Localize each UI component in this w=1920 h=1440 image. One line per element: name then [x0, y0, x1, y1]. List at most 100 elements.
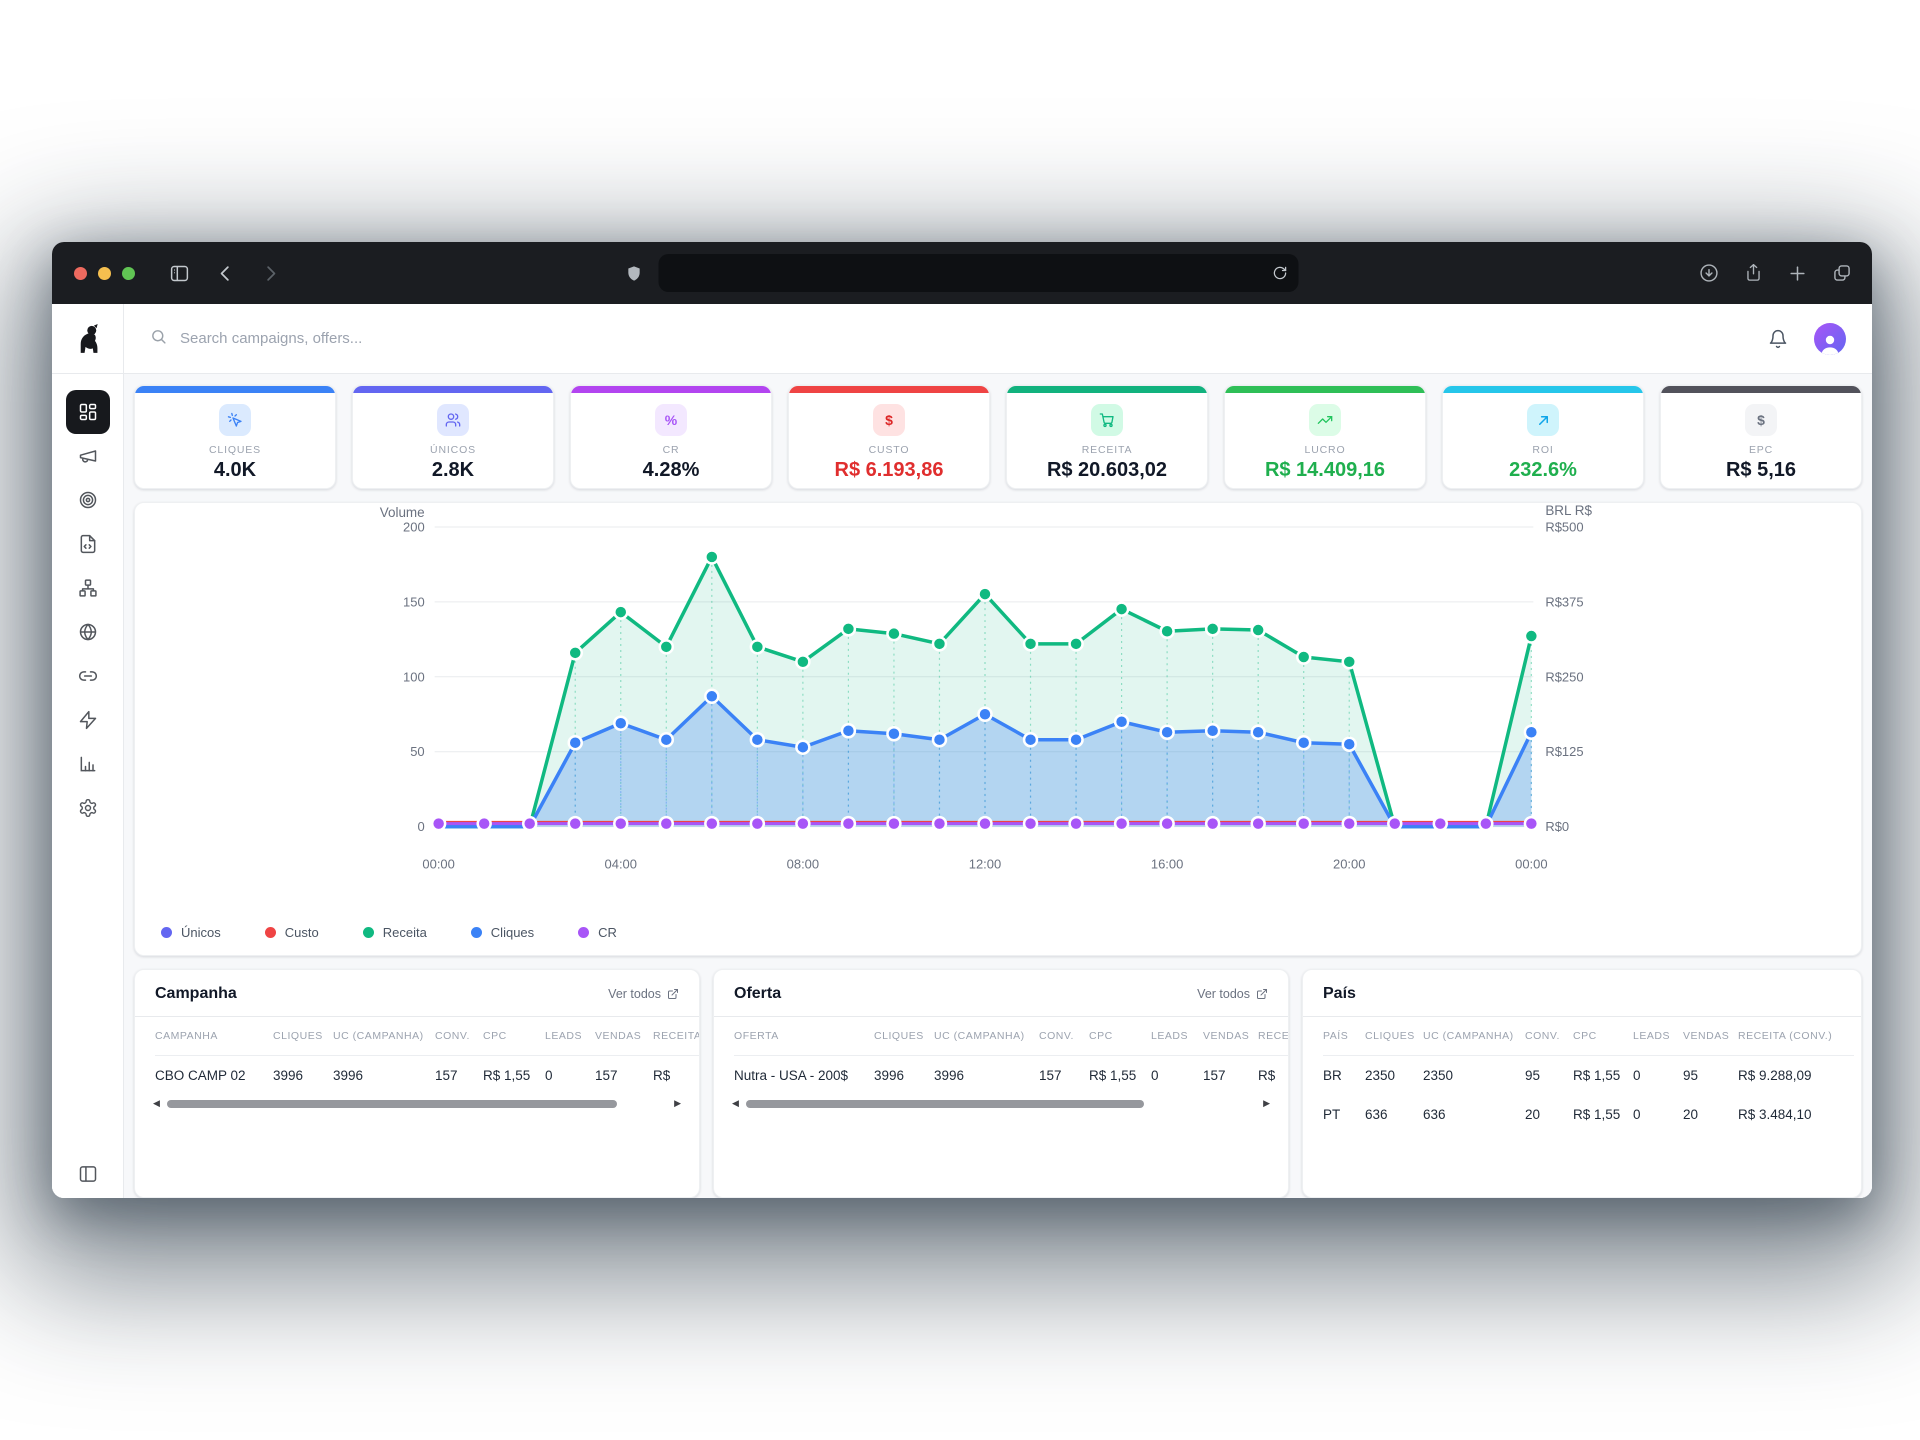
sidebar-item-campaigns[interactable] [66, 434, 110, 478]
legend-dot [363, 927, 374, 938]
legend-label: Únicos [181, 925, 221, 940]
scroll-left-icon[interactable]: ◀ [732, 1099, 739, 1108]
kpi-value: R$ 6.193,86 [835, 459, 944, 482]
column-header: OFERTA [734, 1017, 874, 1056]
kpi-accent [571, 386, 771, 393]
sidebar-item-domains[interactable] [66, 610, 110, 654]
legend-item[interactable]: Custo [265, 925, 319, 940]
address-bar[interactable] [659, 254, 1299, 292]
ver-todos-link[interactable]: Ver todos [608, 987, 679, 1001]
column-header: CLIQUES [874, 1017, 934, 1056]
kpi-card-cliques: CLIQUES 4.0K [134, 385, 336, 489]
kpi-value: 4.0K [214, 459, 256, 482]
tables-row: Campanha Ver todos CAMPANHACLIQUESUC (CA… [134, 969, 1862, 1198]
zoom-button[interactable] [122, 267, 135, 280]
sidebar-item-funnels[interactable] [66, 566, 110, 610]
users-icon [437, 404, 469, 436]
table-cell: 157 [595, 1056, 653, 1096]
bell-icon[interactable] [1768, 329, 1788, 349]
oferta-table: OFERTACLIQUESUC (CAMPANHA)CONV.CPCLEADSV… [734, 1017, 1288, 1095]
kpi-label: ÚNICOS [430, 444, 476, 456]
close-button[interactable] [74, 267, 87, 280]
new-tab-icon[interactable] [1788, 264, 1807, 283]
legend-item[interactable]: Cliques [471, 925, 534, 940]
sidebar-item-landers[interactable] [66, 522, 110, 566]
svg-text:150: 150 [403, 594, 425, 609]
forward-icon[interactable] [261, 264, 280, 283]
legend-item[interactable]: Únicos [161, 925, 221, 940]
svg-text:08:00: 08:00 [787, 857, 819, 872]
column-header: PAÍS [1323, 1017, 1365, 1056]
table-title: Oferta [734, 985, 781, 1003]
column-header: LEADS [1151, 1017, 1203, 1056]
table-cell: 95 [1683, 1056, 1738, 1096]
external-link-icon [667, 988, 679, 1000]
table-cell: R$ 9.288,09 [1738, 1056, 1854, 1096]
sidebar-item-automations[interactable] [66, 698, 110, 742]
browser-toolbar [52, 242, 1872, 304]
panel-collapse-icon[interactable] [78, 1164, 98, 1184]
pais-table: PAÍSCLIQUESUC (CAMPANHA)CONV.CPCLEADSVEN… [1323, 1017, 1854, 1134]
avatar[interactable] [1814, 323, 1846, 355]
table-cell: 157 [435, 1056, 483, 1096]
sidebar-item-reports[interactable] [66, 742, 110, 786]
table-row: PT63663620R$ 1,55020R$ 3.484,10 [1323, 1095, 1854, 1134]
sidebar-item-links[interactable] [66, 654, 110, 698]
kpi-accent [1661, 386, 1861, 393]
table-cell: 2350 [1423, 1056, 1525, 1096]
kpi-accent [353, 386, 553, 393]
sidebar-item-settings[interactable] [66, 786, 110, 830]
svg-text:0: 0 [417, 819, 424, 834]
scroll-right-icon[interactable]: ▶ [674, 1099, 681, 1108]
table-title: País [1323, 985, 1356, 1003]
shield-icon[interactable] [626, 264, 643, 283]
share-icon[interactable] [1744, 263, 1763, 283]
back-icon[interactable] [216, 264, 235, 283]
column-header: RECEITA (CONV.) [1258, 1017, 1288, 1056]
reload-icon[interactable] [1273, 266, 1288, 281]
scrollbar-thumb[interactable] [167, 1100, 617, 1108]
traffic-chart: 200R$500150R$375100R$25050R$1250R$0Volum… [135, 503, 1861, 956]
gear-icon [78, 798, 98, 818]
svg-text:R$500: R$500 [1545, 519, 1583, 534]
legend-dot [578, 927, 589, 938]
sidebar-toggle-icon[interactable] [169, 263, 190, 284]
main-content: CLIQUES 4.0K ÚNICOS 2.8K % CR [124, 374, 1872, 1198]
minimize-button[interactable] [98, 267, 111, 280]
ver-todos-link[interactable]: Ver todos [1197, 987, 1268, 1001]
download-icon[interactable] [1699, 263, 1719, 283]
scroll-left-icon[interactable]: ◀ [153, 1099, 160, 1108]
column-header: CPC [1089, 1017, 1151, 1056]
trending-up-icon [1309, 404, 1341, 436]
kpi-value: R$ 5,16 [1726, 459, 1796, 482]
legend-item[interactable]: CR [578, 925, 617, 940]
scrollbar-thumb[interactable] [746, 1100, 1144, 1108]
table-cell: Nutra - USA - 200$ [734, 1056, 874, 1096]
app-header [52, 304, 1872, 374]
kpi-row: CLIQUES 4.0K ÚNICOS 2.8K % CR [134, 385, 1862, 489]
sidebar-item-offers[interactable] [66, 478, 110, 522]
kpi-accent [135, 386, 335, 393]
dog-logo-icon [75, 324, 101, 354]
kpi-label: EPC [1749, 444, 1773, 456]
table-cell: R$ 1,55 [1573, 1095, 1633, 1134]
kpi-accent [1007, 386, 1207, 393]
column-header: LEADS [545, 1017, 595, 1056]
tab-overview-icon[interactable] [1832, 263, 1852, 283]
sidebar-item-dashboard[interactable] [66, 390, 110, 434]
logo[interactable] [52, 304, 124, 373]
search-input[interactable] [180, 330, 640, 347]
table-row: BR2350235095R$ 1,55095R$ 9.288,09 [1323, 1056, 1854, 1096]
table-cell: R$ 1,55 [1089, 1056, 1151, 1096]
svg-text:04:00: 04:00 [605, 857, 637, 872]
horizontal-scrollbar: ◀ ▶ [135, 1095, 699, 1118]
kpi-value: 2.8K [432, 459, 474, 482]
table-cell: BR [1323, 1056, 1365, 1096]
chart-legend: Únicos Custo Receita Cliques CR [161, 925, 617, 940]
svg-text:100: 100 [403, 669, 425, 684]
column-header: CONV. [435, 1017, 483, 1056]
legend-item[interactable]: Receita [363, 925, 427, 940]
scroll-right-icon[interactable]: ▶ [1263, 1099, 1270, 1108]
kpi-value: R$ 14.409,16 [1265, 459, 1385, 482]
svg-text:BRL R$: BRL R$ [1545, 503, 1592, 518]
